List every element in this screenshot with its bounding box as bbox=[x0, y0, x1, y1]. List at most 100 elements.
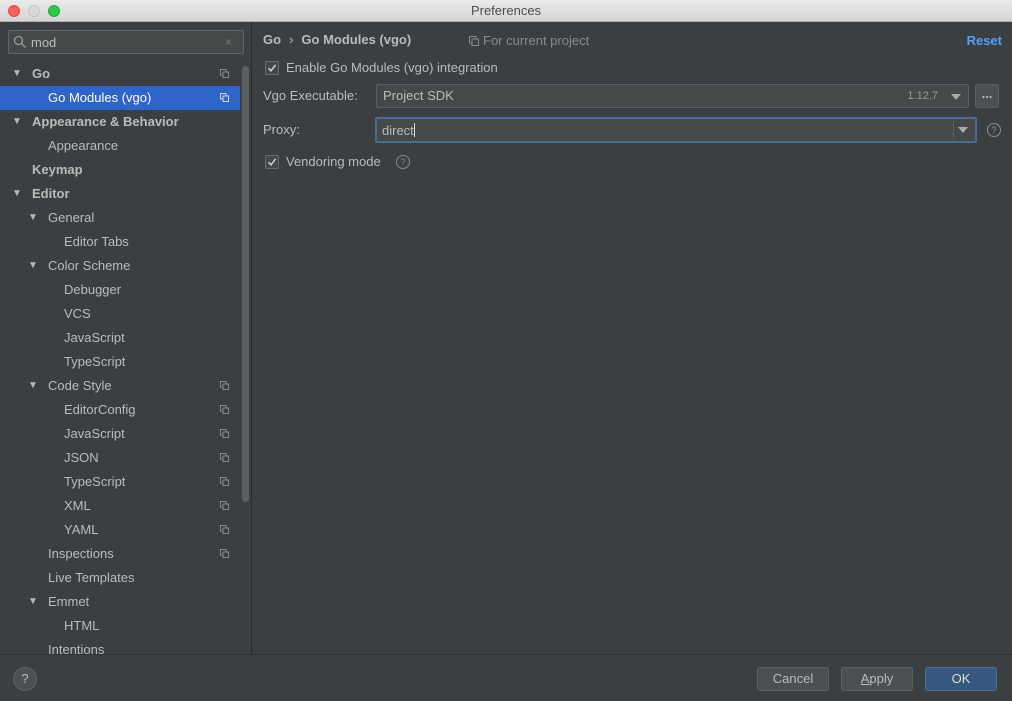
sdk-version: 1.12.7 bbox=[907, 90, 938, 102]
tree-item-label: Debugger bbox=[64, 282, 122, 297]
settings-panel: Go › Go Modules (vgo) For current project … bbox=[253, 22, 1012, 654]
browse-button[interactable]: ... bbox=[975, 84, 999, 108]
cancel-button[interactable]: Cancel bbox=[757, 667, 829, 691]
tree-item[interactable]: YAML bbox=[0, 518, 240, 542]
tree-item-label: Go bbox=[32, 66, 51, 81]
checkmark-icon bbox=[267, 158, 277, 166]
breadcrumb-root[interactable]: Go bbox=[263, 32, 281, 47]
project-scope-icon bbox=[220, 429, 229, 438]
tree-item[interactable]: Inspections bbox=[0, 542, 240, 566]
project-scope-icon bbox=[469, 36, 479, 46]
help-button[interactable]: ? bbox=[13, 667, 37, 691]
tree-item[interactable]: Go Modules (vgo) bbox=[0, 86, 240, 110]
combo-divider bbox=[953, 121, 954, 138]
tree-item-label: Emmet bbox=[48, 594, 90, 609]
expand-arrow-icon[interactable]: ▼ bbox=[28, 254, 38, 278]
tree-item-label: JavaScript bbox=[64, 426, 125, 441]
vendoring-label: Vendoring mode bbox=[286, 154, 381, 169]
expand-arrow-icon[interactable]: ▼ bbox=[12, 182, 22, 206]
tree-item-label: HTML bbox=[64, 618, 100, 633]
tree-item[interactable]: TypeScript bbox=[0, 470, 240, 494]
tree-item[interactable]: ▼ Editor bbox=[0, 182, 240, 206]
tree-item-label: Appearance & Behavior bbox=[32, 114, 179, 129]
expand-arrow-icon[interactable]: ▼ bbox=[12, 110, 22, 134]
tree-item[interactable]: XML bbox=[0, 494, 240, 518]
text-cursor bbox=[413, 123, 415, 137]
tree-item[interactable]: Keymap bbox=[0, 158, 240, 182]
tree-item[interactable]: ▼ Appearance & Behavior bbox=[0, 110, 240, 134]
ok-button[interactable]: OK bbox=[925, 667, 997, 691]
expand-arrow-icon[interactable]: ▼ bbox=[28, 374, 38, 398]
tree-item[interactable]: ▼ Go bbox=[0, 62, 240, 86]
project-scope-icon bbox=[220, 405, 229, 414]
tree-item-label: Color Scheme bbox=[48, 258, 131, 273]
chevron-down-icon[interactable] bbox=[958, 127, 968, 133]
proxy-input[interactable]: direct bbox=[382, 123, 415, 139]
tree-item[interactable]: JSON bbox=[0, 446, 240, 470]
tree-item[interactable]: ▼ Code Style bbox=[0, 374, 240, 398]
reset-link[interactable]: Reset bbox=[967, 32, 1002, 50]
tree-item[interactable]: Debugger bbox=[0, 278, 240, 302]
settings-search[interactable]: × bbox=[8, 30, 244, 54]
tree-item[interactable]: ▼ General bbox=[0, 206, 240, 230]
settings-tree: ▼ Go Go Modules (vgo) ▼ Appearance & Behavio… bbox=[0, 62, 240, 654]
tree-item-label: VCS bbox=[64, 306, 91, 321]
project-scope-icon bbox=[220, 381, 229, 390]
tree-item[interactable]: EditorConfig bbox=[0, 398, 240, 422]
tree-item[interactable]: ▼ Emmet bbox=[0, 590, 240, 614]
tree-item-label: XML bbox=[64, 498, 91, 513]
tree-item-label: Go Modules (vgo) bbox=[48, 90, 152, 105]
window-title: Preferences bbox=[470, 3, 542, 18]
maximize-window-button[interactable] bbox=[48, 5, 60, 17]
search-input[interactable] bbox=[31, 33, 221, 51]
tree-item[interactable]: Live Templates bbox=[0, 566, 240, 590]
tree-item-label: Code Style bbox=[48, 378, 112, 393]
title-bar: Preferences bbox=[0, 0, 1012, 22]
tree-item-label: TypeScript bbox=[64, 474, 126, 489]
tree-item-label: JavaScript bbox=[64, 330, 125, 345]
vgo-executable-select[interactable]: Project SDK 1.12.7 bbox=[376, 84, 969, 108]
expand-arrow-icon[interactable]: ▼ bbox=[12, 62, 22, 86]
proxy-combo[interactable]: direct bbox=[375, 117, 977, 143]
tree-item[interactable]: HTML bbox=[0, 614, 240, 638]
clear-search-icon[interactable]: × bbox=[225, 35, 237, 49]
tree-item[interactable]: ▼ Color Scheme bbox=[0, 254, 240, 278]
tree-item[interactable]: TypeScript bbox=[0, 350, 240, 374]
tree-item-label: Editor bbox=[32, 186, 70, 201]
tree-item[interactable]: JavaScript bbox=[0, 326, 240, 350]
project-scope-icon bbox=[220, 69, 229, 78]
settings-sidebar: × ▼ Go Go Modules (vgo) ▼ Appearance & Behav… bbox=[0, 22, 252, 654]
vgo-executable-label: Vgo Executable: bbox=[263, 88, 358, 103]
sidebar-scrollbar[interactable] bbox=[242, 66, 249, 502]
chevron-down-icon bbox=[951, 94, 961, 100]
close-window-button[interactable] bbox=[8, 5, 20, 17]
scope-label: For current project bbox=[483, 33, 590, 48]
tree-item[interactable]: VCS bbox=[0, 302, 240, 326]
tree-item-label: YAML bbox=[64, 522, 99, 537]
project-scope-icon bbox=[220, 525, 229, 534]
tree-item-label: General bbox=[48, 210, 95, 225]
tree-item[interactable]: Intentions bbox=[0, 638, 240, 654]
tree-item[interactable]: Appearance bbox=[0, 134, 240, 158]
tree-item-label: EditorConfig bbox=[64, 402, 136, 417]
proxy-label: Proxy: bbox=[263, 122, 300, 137]
enable-modules-checkbox[interactable] bbox=[265, 61, 279, 75]
project-scope-icon bbox=[220, 501, 229, 510]
breadcrumb: Go › Go Modules (vgo) bbox=[263, 31, 411, 49]
tree-item-label: Live Templates bbox=[48, 570, 135, 585]
minimize-window-button[interactable] bbox=[28, 5, 40, 17]
apply-label: pply bbox=[869, 671, 894, 686]
breadcrumb-separator: › bbox=[289, 32, 294, 47]
enable-modules-label: Enable Go Modules (vgo) integration bbox=[286, 60, 498, 75]
tree-item[interactable]: JavaScript bbox=[0, 422, 240, 446]
project-scope-icon bbox=[220, 453, 229, 462]
vendoring-checkbox[interactable] bbox=[265, 155, 279, 169]
expand-arrow-icon[interactable]: ▼ bbox=[28, 590, 38, 614]
tree-item[interactable]: Editor Tabs bbox=[0, 230, 240, 254]
vendoring-help-icon[interactable]: ? bbox=[396, 155, 410, 169]
proxy-value: direct bbox=[382, 123, 414, 138]
expand-arrow-icon[interactable]: ▼ bbox=[28, 206, 38, 230]
tree-item-label: Inspections bbox=[48, 546, 114, 561]
proxy-help-icon[interactable]: ? bbox=[987, 123, 1001, 137]
apply-button[interactable]: Apply bbox=[841, 667, 913, 691]
